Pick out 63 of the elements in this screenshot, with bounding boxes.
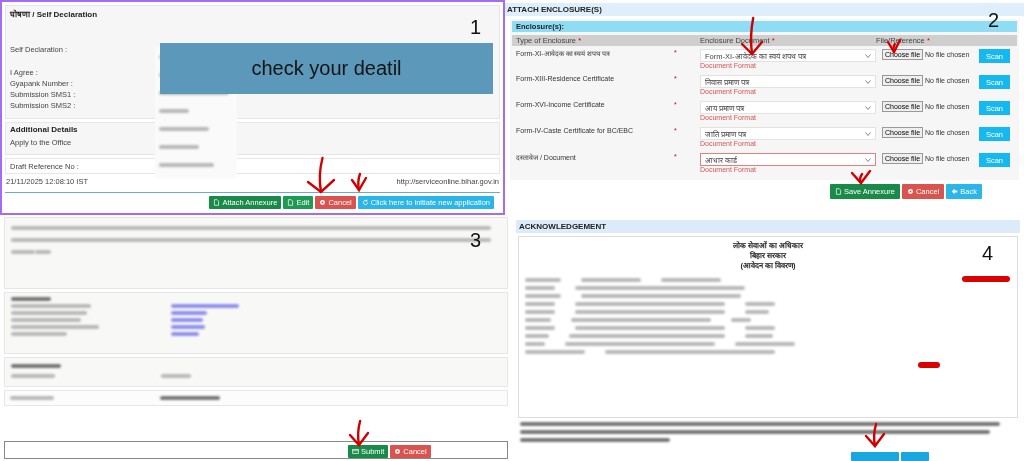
section-title: Additional Details	[10, 125, 78, 134]
step-number: 3	[470, 230, 482, 250]
page-header: ACKNOWLEDGEMENT	[516, 220, 1020, 233]
annotation-arrow	[864, 422, 886, 448]
action-button[interactable]	[851, 452, 899, 461]
blurred-text	[525, 318, 551, 322]
document-icon	[287, 199, 295, 206]
blurred-text	[171, 304, 239, 308]
blurred-text	[525, 286, 555, 290]
back-arrow-icon	[951, 188, 959, 195]
chevron-down-icon	[865, 79, 871, 84]
blurred-text	[525, 342, 545, 346]
blurred-text	[525, 278, 561, 282]
step-number: 4	[982, 243, 994, 263]
blurred-text	[525, 310, 555, 314]
blurred-text	[525, 334, 549, 338]
annotation-arrow	[350, 172, 368, 193]
blurred-text	[11, 332, 67, 336]
blurred-text	[525, 350, 585, 354]
blurred-text	[161, 374, 191, 378]
blurred-text	[661, 278, 721, 282]
annotation-arrow	[348, 419, 370, 447]
blurred-text	[745, 334, 773, 338]
chevron-down-icon	[865, 53, 871, 58]
document-icon	[213, 199, 221, 206]
redaction-mark	[918, 362, 940, 368]
card-icon	[352, 448, 359, 455]
blurred-text	[525, 302, 555, 306]
blurred-text	[745, 302, 775, 306]
action-button[interactable]	[901, 452, 929, 461]
chevron-down-icon	[865, 157, 871, 162]
blurred-text	[11, 318, 81, 322]
blurred-text	[581, 278, 641, 282]
banner: check your deatil	[160, 43, 493, 94]
blurred-text	[160, 396, 220, 400]
blurred-text	[731, 318, 751, 322]
chevron-down-icon	[865, 105, 871, 110]
blurred-text	[745, 310, 769, 314]
chevron-down-icon	[865, 131, 871, 136]
blurred-text	[11, 374, 55, 378]
blurred-text	[745, 326, 775, 330]
gear-icon	[394, 448, 402, 455]
blurred-text	[525, 326, 555, 330]
gear-icon	[319, 199, 327, 206]
blurred-text	[159, 127, 209, 131]
blurred-text	[171, 325, 205, 329]
blurred-text	[159, 145, 199, 149]
blurred-text	[159, 163, 214, 167]
blurred-text	[159, 109, 189, 113]
blurred-text	[171, 318, 203, 322]
blurred-text	[171, 332, 199, 336]
blurred-text	[11, 364, 61, 368]
blurred-text	[735, 342, 795, 346]
document-icon	[835, 188, 842, 195]
redaction-mark	[962, 276, 1010, 282]
section-title: घोषणा / Self Declaration	[10, 8, 98, 19]
blurred-text	[10, 396, 54, 400]
blurred-text	[525, 294, 561, 298]
gear-icon	[906, 188, 914, 195]
refresh-icon	[361, 199, 369, 206]
blurred-text	[171, 311, 207, 315]
step-number: 1	[470, 17, 482, 37]
blurred-text	[11, 297, 51, 301]
